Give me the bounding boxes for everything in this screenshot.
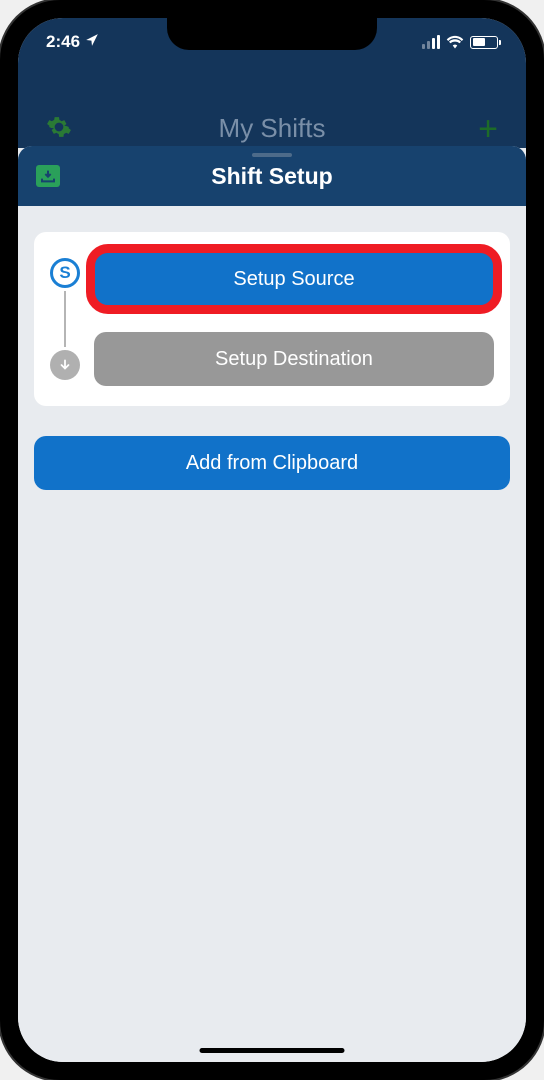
button-stack: Setup Source Setup Destination	[94, 252, 494, 386]
home-indicator[interactable]	[200, 1048, 345, 1053]
setup-card: S Setup Source Setup Destination	[34, 232, 510, 406]
add-from-clipboard-button[interactable]: Add from Clipboard	[34, 436, 510, 490]
setup-source-label: Setup Source	[233, 268, 354, 291]
flow-indicators: S	[50, 252, 80, 386]
location-services-icon	[85, 32, 99, 52]
background-page-title: My Shifts	[18, 113, 526, 144]
content-area: S Setup Source Setup Destination	[18, 206, 526, 516]
inbox-icon[interactable]	[36, 165, 60, 187]
drag-handle[interactable]	[252, 153, 292, 157]
add-from-clipboard-label: Add from Clipboard	[186, 452, 358, 475]
notch	[167, 18, 377, 50]
destination-indicator-icon	[50, 350, 80, 380]
battery-icon	[470, 36, 498, 49]
screen: 2:46	[18, 18, 526, 1062]
modal-sheet: Shift Setup S Setup Source	[18, 146, 526, 1062]
wifi-icon	[446, 35, 464, 49]
add-icon: +	[478, 110, 498, 149]
status-left: 2:46	[46, 32, 99, 52]
phone-frame: 2:46	[0, 0, 544, 1080]
sheet-title: Shift Setup	[211, 163, 332, 190]
sheet-header: Shift Setup	[18, 146, 526, 206]
cellular-signal-icon	[422, 35, 440, 49]
flow-connector-line	[64, 291, 66, 347]
setup-destination-label: Setup Destination	[215, 348, 373, 371]
source-indicator-icon: S	[50, 258, 80, 288]
status-right	[422, 35, 498, 49]
setup-source-button[interactable]: Setup Source	[94, 252, 494, 306]
setup-destination-button[interactable]: Setup Destination	[94, 332, 494, 386]
status-time: 2:46	[46, 32, 80, 52]
